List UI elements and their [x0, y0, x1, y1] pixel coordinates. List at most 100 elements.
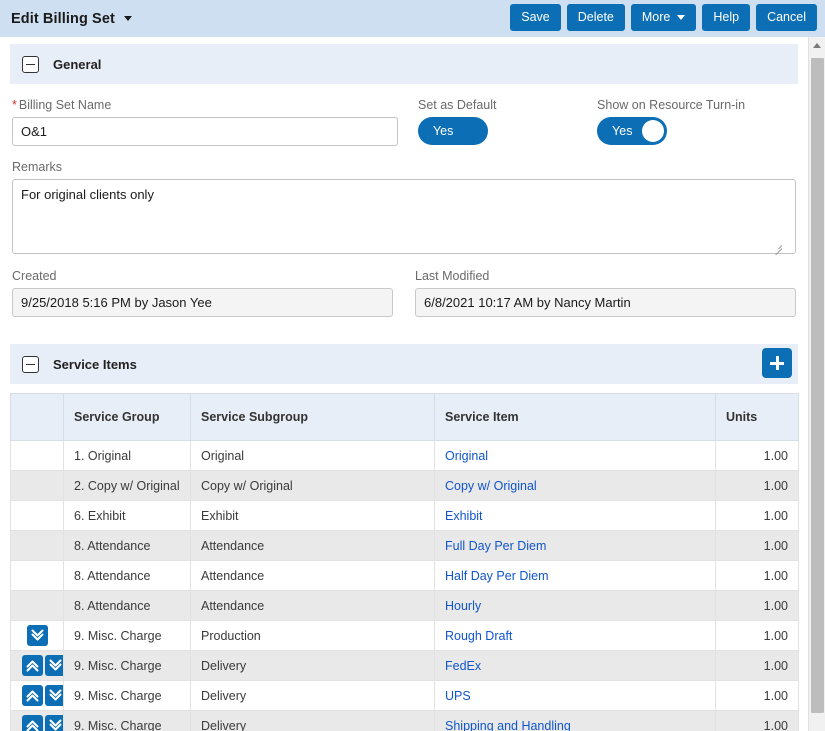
table-row[interactable]: 2. Copy w/ OriginalCopy w/ OriginalCopy …: [11, 471, 799, 501]
cell-service-group: 1. Original: [64, 441, 191, 471]
table-row[interactable]: 9. Misc. ChargeDeliveryFedEx1.00: [11, 651, 799, 681]
cell-service-group: 9. Misc. Charge: [64, 651, 191, 681]
service-item-link[interactable]: Rough Draft: [445, 629, 512, 643]
double-chevron-down-icon[interactable]: [45, 655, 64, 676]
service-item-link[interactable]: Shipping and Handling: [445, 719, 571, 731]
row-reorder-cell: [11, 621, 64, 651]
row-reorder-cell: [11, 591, 64, 621]
page-title[interactable]: Edit Billing Set: [11, 11, 132, 27]
set-as-default-toggle-value: Yes: [433, 117, 453, 145]
cell-service-item: UPS: [435, 681, 716, 711]
table-header-row: Service Group Service Subgroup Service I…: [11, 394, 799, 441]
table-row[interactable]: 8. AttendanceAttendanceHalf Day Per Diem…: [11, 561, 799, 591]
show-on-resource-turnin-group: Show on Resource Turn-in Yes: [597, 98, 796, 146]
save-button[interactable]: Save: [510, 4, 561, 31]
general-row-1: *Billing Set Name Set as Default Yes Sho…: [12, 98, 796, 146]
row-reorder-cell: [11, 561, 64, 591]
cell-service-subgroup: Attendance: [191, 591, 435, 621]
table-row[interactable]: 9. Misc. ChargeDeliveryShipping and Hand…: [11, 711, 799, 731]
column-header-service-item: Service Item: [435, 394, 716, 441]
more-button[interactable]: More: [631, 4, 696, 31]
caret-down-icon[interactable]: [124, 16, 132, 21]
add-service-item-button[interactable]: [762, 348, 792, 378]
cell-service-item: Rough Draft: [435, 621, 716, 651]
billing-set-name-input[interactable]: [12, 117, 398, 146]
cell-units: 1.00: [716, 531, 799, 561]
cell-units: 1.00: [716, 591, 799, 621]
table-row[interactable]: 1. OriginalOriginalOriginal1.00: [11, 441, 799, 471]
service-item-link[interactable]: Hourly: [445, 599, 481, 613]
double-chevron-down-icon[interactable]: [45, 685, 64, 706]
last-modified-label: Last Modified: [415, 269, 796, 283]
cell-units: 1.00: [716, 471, 799, 501]
cell-service-subgroup: Exhibit: [191, 501, 435, 531]
cell-service-subgroup: Attendance: [191, 531, 435, 561]
top-action-bar: Edit Billing Set SaveDelete More HelpCance…: [0, 0, 825, 37]
service-item-link[interactable]: Original: [445, 449, 488, 463]
service-item-link[interactable]: Half Day Per Diem: [445, 569, 549, 583]
minus-square-icon[interactable]: [22, 356, 39, 373]
row-reorder-cell: [11, 531, 64, 561]
service-item-link[interactable]: Exhibit: [445, 509, 483, 523]
general-section-title: General: [53, 57, 101, 72]
service-items-table-body: 1. OriginalOriginalOriginal1.002. Copy w…: [11, 441, 799, 731]
show-on-resource-turnin-toggle-value: Yes: [612, 117, 632, 145]
show-on-resource-turnin-toggle[interactable]: Yes: [597, 117, 667, 145]
cell-service-subgroup: Attendance: [191, 561, 435, 591]
caret-down-icon: [677, 15, 685, 20]
table-row[interactable]: 9. Misc. ChargeProductionRough Draft1.00: [11, 621, 799, 651]
service-item-link[interactable]: Full Day Per Diem: [445, 539, 546, 553]
cell-units: 1.00: [716, 441, 799, 471]
table-row[interactable]: 9. Misc. ChargeDeliveryUPS1.00: [11, 681, 799, 711]
last-modified-group: Last Modified: [415, 269, 796, 317]
delete-button[interactable]: Delete: [567, 4, 625, 31]
service-items-section-title: Service Items: [53, 357, 137, 372]
cell-units: 1.00: [716, 711, 799, 731]
service-item-link[interactable]: UPS: [445, 689, 471, 703]
service-item-link[interactable]: FedEx: [445, 659, 481, 673]
service-item-link[interactable]: Copy w/ Original: [445, 479, 537, 493]
column-header-units: Units: [716, 394, 799, 441]
set-as-default-group: Set as Default Yes: [398, 98, 597, 146]
created-group: Created: [12, 269, 393, 317]
row-reorder-cell: [11, 651, 64, 681]
cell-service-group: 6. Exhibit: [64, 501, 191, 531]
cell-units: 1.00: [716, 561, 799, 591]
billing-set-editor: Edit Billing Set SaveDelete More HelpCance…: [0, 0, 825, 731]
double-chevron-up-icon[interactable]: [22, 685, 43, 706]
double-chevron-down-icon[interactable]: [45, 715, 64, 731]
remarks-textarea[interactable]: For original clients only: [12, 179, 796, 254]
double-chevron-down-icon[interactable]: [27, 625, 48, 646]
cell-service-item: Full Day Per Diem: [435, 531, 716, 561]
cancel-button[interactable]: Cancel: [756, 4, 817, 31]
cell-service-item: FedEx: [435, 651, 716, 681]
table-row[interactable]: 6. ExhibitExhibitExhibit1.00: [11, 501, 799, 531]
column-header-service-subgroup: Service Subgroup: [191, 394, 435, 441]
cell-service-group: 8. Attendance: [64, 531, 191, 561]
general-section-header: General: [10, 44, 798, 84]
cell-service-group: 8. Attendance: [64, 591, 191, 621]
scrollbar-thumb[interactable]: [811, 58, 824, 713]
cell-service-group: 9. Misc. Charge: [64, 711, 191, 731]
minus-square-icon[interactable]: [22, 56, 39, 73]
show-on-resource-turnin-label: Show on Resource Turn-in: [597, 98, 796, 112]
cell-service-item: Copy w/ Original: [435, 471, 716, 501]
cell-service-subgroup: Delivery: [191, 681, 435, 711]
vertical-scrollbar[interactable]: [808, 37, 825, 731]
table-row[interactable]: 8. AttendanceAttendance Hourly 1.00: [11, 591, 799, 621]
double-chevron-up-icon[interactable]: [22, 655, 43, 676]
row-reorder-cell: [11, 471, 64, 501]
cell-service-item: Shipping and Handling: [435, 711, 716, 731]
cell-service-group: 9. Misc. Charge: [64, 621, 191, 651]
cell-units: 1.00: [716, 501, 799, 531]
cell-service-item: Half Day Per Diem: [435, 561, 716, 591]
table-row[interactable]: 8. AttendanceAttendance Full Day Per Diem…: [11, 531, 799, 561]
double-chevron-up-icon[interactable]: [22, 715, 43, 731]
set-as-default-toggle[interactable]: Yes: [418, 117, 488, 145]
caret-up-icon[interactable]: [809, 37, 825, 54]
service-items-table: Service Group Service Subgroup Service I…: [10, 393, 799, 731]
more-button-label: More: [642, 4, 670, 31]
help-button[interactable]: Help: [702, 4, 750, 31]
cell-service-subgroup: Delivery: [191, 651, 435, 681]
row-reorder-cell: [11, 501, 64, 531]
